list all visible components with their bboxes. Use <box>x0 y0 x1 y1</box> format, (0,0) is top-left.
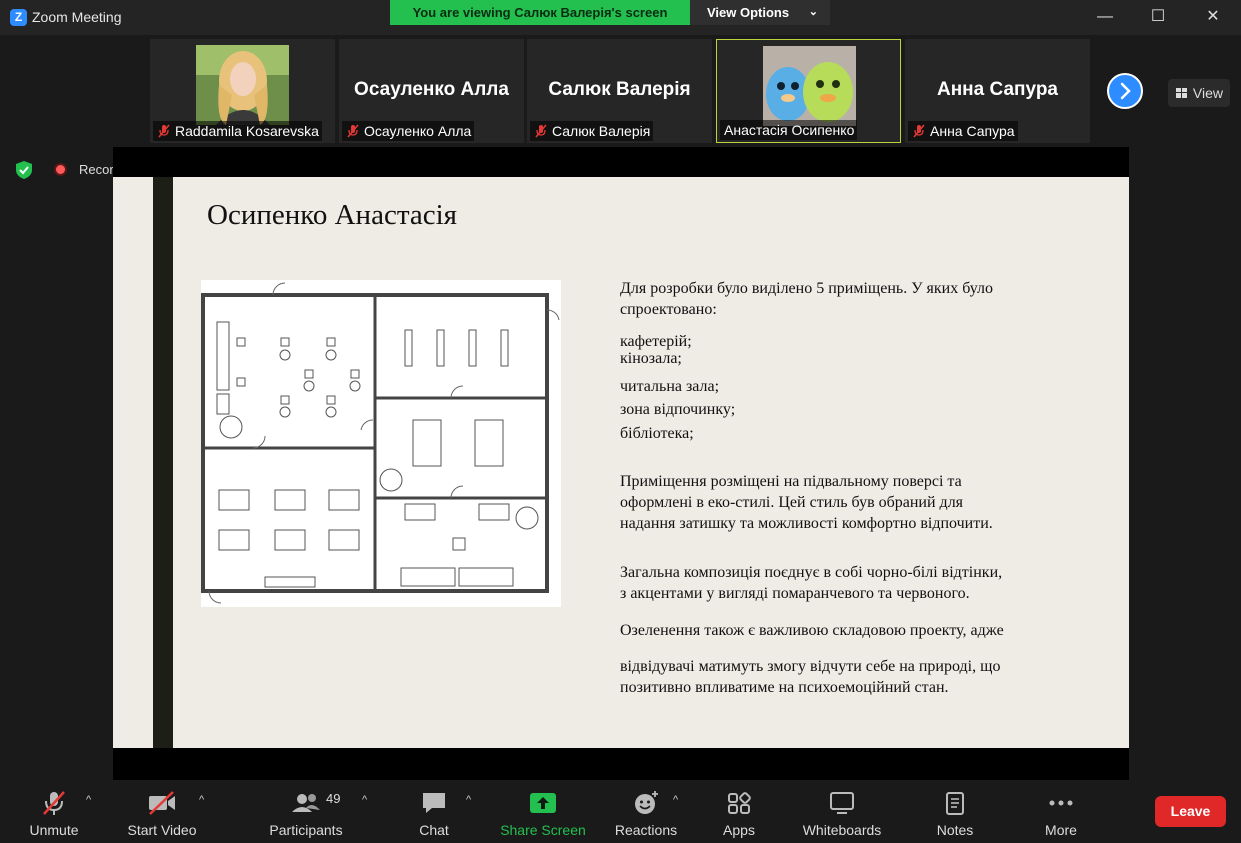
unmute-button[interactable]: Unmute <box>22 790 86 838</box>
whiteboards-label: Whiteboards <box>802 822 882 838</box>
share-screen-button[interactable]: Share Screen <box>500 790 586 838</box>
participant-tile[interactable]: Анна Сапура Анна Сапура <box>905 39 1090 143</box>
start-video-button[interactable]: Start Video <box>122 790 202 838</box>
participant-name-label: Анастасія Осипенко <box>720 120 858 140</box>
slide-title: Осипенко Анастасія <box>207 199 457 231</box>
share-screen-icon <box>530 793 556 813</box>
participants-icon <box>292 794 320 812</box>
leave-button[interactable]: Leave <box>1155 796 1226 827</box>
more-dots-icon <box>1049 800 1073 806</box>
slide-accent-bar <box>153 177 173 748</box>
more-label: More <box>1045 822 1077 838</box>
room-list-item: кінозала; <box>620 350 682 367</box>
next-page-button[interactable] <box>1107 73 1143 109</box>
room-list-item: читальна зала; <box>620 378 720 395</box>
view-options-label: View Options <box>707 5 790 20</box>
slide-intro-text: Для розробки було виділено 5 приміщень. … <box>620 280 994 318</box>
app-title: Zoom Meeting <box>32 9 122 25</box>
participant-big-name: Осауленко Алла <box>354 79 509 100</box>
apps-label: Apps <box>723 822 755 838</box>
view-layout-button[interactable]: View <box>1168 79 1230 107</box>
slide-paragraph: Приміщення розміщені на підвальному пове… <box>620 473 993 532</box>
participant-name-label: Анна Сапура <box>908 121 1018 141</box>
mic-off-icon <box>347 124 359 138</box>
meeting-toolbar: Unmute ^ Start Video ^ Participants ^ Ch… <box>0 780 1241 843</box>
view-button-label: View <box>1192 85 1223 101</box>
participants-count: 49 <box>326 791 341 806</box>
participant-name-label: Raddamila Kosarevska <box>153 121 322 141</box>
participant-photo <box>763 46 856 126</box>
chat-options-caret[interactable]: ^ <box>466 794 471 806</box>
mic-off-icon <box>535 124 547 138</box>
participant-tile[interactable]: Осауленко Алла Осауленко Алла <box>339 39 524 143</box>
reactions-options-caret[interactable]: ^ <box>673 794 678 806</box>
start-video-label: Start Video <box>127 822 197 838</box>
slide-paragraph: відвідувачі матимуть змогу відчути себе … <box>620 658 1001 696</box>
participant-big-name: Анна Сапура <box>936 79 1058 100</box>
slide-paragraph: Загальна композиція поєднує в собі чорно… <box>620 564 1003 602</box>
apps-icon <box>728 792 751 814</box>
notes-label: Notes <box>936 822 974 838</box>
chat-icon <box>423 793 445 813</box>
reactions-icon <box>635 791 658 814</box>
security-shield-icon[interactable] <box>14 160 34 180</box>
whiteboard-icon <box>830 792 854 814</box>
share-screen-label: Share Screen <box>500 822 586 838</box>
minimize-button[interactable]: — <box>1093 6 1117 28</box>
chat-label: Chat <box>419 822 449 838</box>
maximize-button[interactable]: ☐ <box>1146 6 1170 28</box>
mic-off-icon <box>158 124 170 138</box>
chevron-down-icon: ⌄ <box>808 6 818 18</box>
participant-photo <box>196 45 289 125</box>
unmute-label: Unmute <box>29 822 79 838</box>
whiteboards-button[interactable]: Whiteboards <box>798 790 886 838</box>
viewing-screen-banner: You are viewing Салюк Валерія's screen <box>390 0 690 25</box>
reactions-label: Reactions <box>614 822 678 838</box>
view-options-button[interactable]: View Options ⌄ <box>690 0 830 25</box>
participant-tile[interactable]: Салюк Валерія Салюк Валерія <box>527 39 712 143</box>
notes-button[interactable]: Notes <box>932 790 978 838</box>
reactions-button[interactable]: Reactions <box>612 790 680 838</box>
floor-plan-image <box>201 280 561 607</box>
close-button[interactable]: ✕ <box>1201 6 1225 28</box>
participant-big-name: Салюк Валерія <box>548 79 691 100</box>
more-button[interactable]: More <box>1040 790 1082 838</box>
presentation-slide: Осипенко Анастасія Для розробки було вид… <box>113 177 1129 748</box>
participants-options-caret[interactable]: ^ <box>362 794 367 806</box>
video-options-caret[interactable]: ^ <box>199 794 204 806</box>
participants-label: Participants <box>269 822 343 838</box>
grid-view-icon <box>1176 88 1187 98</box>
chat-button[interactable]: Chat <box>412 790 456 838</box>
chevron-right-icon <box>1120 82 1131 100</box>
mic-off-icon <box>43 791 65 815</box>
participant-strip: Raddamila Kosarevska Осауленко Алла Осау… <box>0 35 1241 145</box>
video-off-icon <box>149 791 175 815</box>
recording-icon <box>54 163 67 176</box>
audio-options-caret[interactable]: ^ <box>86 794 91 806</box>
slide-paragraph: Озеленення також є важливою складовою пр… <box>620 622 1004 639</box>
room-list-item: зона відпочинку; <box>620 401 736 418</box>
zoom-logo-icon: Z <box>10 9 27 26</box>
participant-name-label: Салюк Валерія <box>530 121 654 141</box>
notes-icon <box>946 792 964 815</box>
room-list-item: бібліотека; <box>620 425 694 442</box>
participant-tile[interactable]: Raddamila Kosarevska <box>150 39 335 143</box>
mic-off-icon <box>913 124 925 138</box>
apps-button[interactable]: Apps <box>718 790 760 838</box>
participant-name-label: Осауленко Алла <box>342 121 475 141</box>
participant-tile-active-speaker[interactable]: Анастасія Осипенко <box>716 39 901 143</box>
title-bar: Z Zoom Meeting You are viewing Салюк Вал… <box>0 0 1241 35</box>
